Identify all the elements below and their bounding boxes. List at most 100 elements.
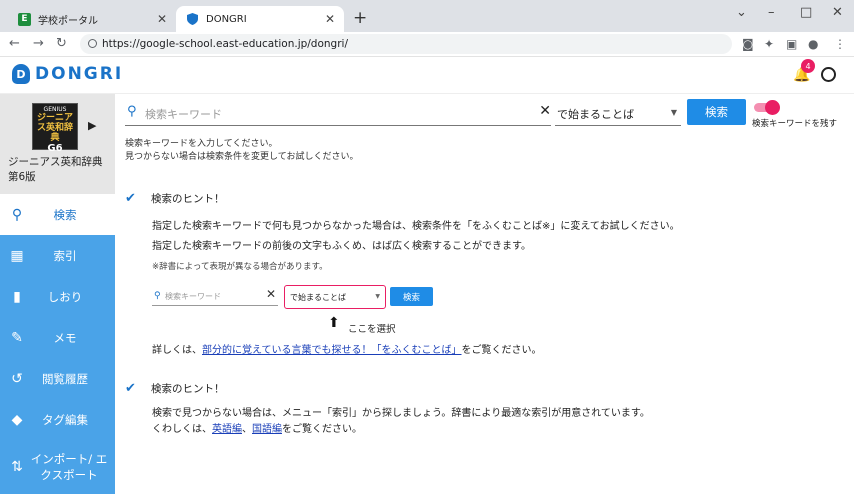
sidebar-item-label: 索引 xyxy=(53,248,77,263)
grid-icon: ▦ xyxy=(10,247,24,264)
sidebar-item-import-export[interactable]: ⇅ インポート/ エクスポート xyxy=(0,440,115,494)
back-icon[interactable]: ← xyxy=(9,36,20,51)
sidebar-item-index[interactable]: ▦ 索引 xyxy=(0,235,115,276)
tab-search-icon[interactable]: ⌄ xyxy=(736,5,747,20)
dropdown-arrow-icon: ▼ xyxy=(670,108,677,117)
more-suffix: をご覧ください。 xyxy=(461,345,542,356)
sidebar: GENIUS ジーニアス英和辞典 G6 ▶ ジーニアス英和辞典 第6版 ⚲ 検索… xyxy=(0,94,115,494)
dongri-logo[interactable]: D DONGRI xyxy=(12,64,123,84)
hint-text: 検索で見つからない場合は、メニュー「索引」から探しましょう。辞書により最適な索引… xyxy=(152,408,650,419)
tab-dongri[interactable]: DONGRI ✕ xyxy=(176,6,344,32)
shield-icon xyxy=(186,12,199,26)
japanese-guide-link[interactable]: 国語編 xyxy=(252,424,282,435)
minimize-icon[interactable]: – xyxy=(768,5,775,20)
school-portal-favicon: E xyxy=(18,12,31,26)
import-export-icon: ⇅ xyxy=(11,459,23,475)
new-tab-icon[interactable]: + xyxy=(353,8,367,28)
notification-badge: 4 xyxy=(801,59,815,73)
search-mode-value: で始まることば xyxy=(557,108,634,121)
more-menu-icon[interactable]: ⋮ xyxy=(834,37,846,51)
search-icon: ⚲ xyxy=(127,104,137,119)
side-panel-icon[interactable]: ▣ xyxy=(786,37,797,51)
close-tab-icon[interactable]: ✕ xyxy=(325,12,335,26)
clear-icon[interactable]: ✕ xyxy=(539,103,551,119)
keep-keyword-label: 検索キーワードを残す xyxy=(752,119,838,129)
toggle-knob xyxy=(765,100,780,115)
sidebar-item-label: タグ編集 xyxy=(42,412,88,427)
memo-icon: ✎ xyxy=(11,329,23,346)
tab-title: 学校ポータル xyxy=(38,15,98,27)
arrow-up-icon: ⬆ xyxy=(328,315,340,331)
logo-text: DONGRI xyxy=(35,64,124,84)
help-line: 検索キーワードを入力してください。 xyxy=(125,139,278,149)
dictionary-selector[interactable]: GENIUS ジーニアス英和辞典 G6 ▶ ジーニアス英和辞典 第6版 xyxy=(0,94,115,194)
reload-icon[interactable]: ↻ xyxy=(56,36,67,51)
check-icon: ✔ xyxy=(125,191,136,206)
maximize-icon[interactable]: □ xyxy=(800,5,812,20)
example-mode-value: で始まることば xyxy=(290,293,346,302)
sidebar-item-tags[interactable]: ◆ タグ編集 xyxy=(0,399,115,440)
camera-icon[interactable]: ◙ xyxy=(742,37,754,51)
example-placeholder: 検索キーワード xyxy=(165,292,221,301)
main-content: ⚲ 検索キーワード ✕ で始まることば ▼ 検索 検索キーワードを残す 検索キー… xyxy=(115,94,854,494)
close-window-icon[interactable]: ✕ xyxy=(832,5,843,20)
example-search-button: 検索 xyxy=(390,287,433,306)
search-mode-select[interactable]: で始まることば ▼ xyxy=(555,99,681,126)
english-guide-link[interactable]: 英語編 xyxy=(212,424,242,435)
hint-text: 指定した検索キーワードの前後の文字もふくめ、はば広く検索することができます。 xyxy=(152,241,531,252)
tag-icon: ◆ xyxy=(11,411,23,428)
address-bar[interactable]: https://google-school.east-education.jp/… xyxy=(80,34,732,54)
hint-title: 検索のヒント！ xyxy=(151,383,225,395)
hint-note: ※辞書によって表現が異なる場合があります。 xyxy=(152,262,328,272)
partial-word-link[interactable]: 部分的に覚えている言葉でも探せる！「をふくむことば」 xyxy=(202,345,462,356)
dongri-logo-icon: D xyxy=(12,64,30,84)
more-suffix: をご覧ください。 xyxy=(282,424,362,435)
cover-edition: G6 xyxy=(47,143,63,154)
search-icon: ⚲ xyxy=(154,291,161,301)
forward-icon[interactable]: → xyxy=(33,36,44,51)
sidebar-item-memo[interactable]: ✎ メモ xyxy=(0,317,115,358)
sidebar-item-label: 閲覧履歴 xyxy=(42,371,88,386)
search-help-text: 検索キーワードを入力してください。 見つからない場合は検索条件を変更してお試しく… xyxy=(125,138,358,164)
example-search-field: ⚲ 検索キーワード ✕ xyxy=(152,286,278,306)
tab-school-portal[interactable]: E 学校ポータル ✕ xyxy=(8,6,176,32)
chevron-right-icon[interactable]: ▶ xyxy=(88,119,96,132)
pointer-label: ここを選択 xyxy=(348,324,396,335)
tab-title: DONGRI xyxy=(206,13,247,25)
cover-title: ジーニアス英和辞典 xyxy=(36,113,73,143)
clear-icon: ✕ xyxy=(265,287,276,301)
profile-avatar-icon[interactable]: ● xyxy=(808,37,818,51)
sidebar-item-label: インポート/ エクスポート xyxy=(30,452,108,482)
history-icon: ↺ xyxy=(11,370,23,387)
separator: 、 xyxy=(242,424,252,435)
url-text: https://google-school.east-education.jp/… xyxy=(102,38,348,50)
browser-toolbar: ← → ↻ https://google-school.east-educati… xyxy=(0,32,854,57)
dictionary-name: ジーニアス英和辞典 第6版 xyxy=(8,156,103,183)
extensions-icon[interactable]: ✦ xyxy=(764,37,774,51)
cover-brand: GENIUS xyxy=(43,106,67,113)
search-field[interactable]: ⚲ 検索キーワード ✕ xyxy=(125,99,551,126)
app-header: D DONGRI 🔔 4 xyxy=(0,57,854,94)
search-icon: ⚲ xyxy=(11,206,23,223)
tab-strip: E 学校ポータル ✕ DONGRI ✕ + ⌄ – □ ✕ xyxy=(0,0,854,32)
more-prefix: 詳しくは、 xyxy=(152,345,202,356)
search-button[interactable]: 検索 xyxy=(687,99,746,125)
sidebar-item-history[interactable]: ↺ 閲覧履歴 xyxy=(0,358,115,399)
check-icon: ✔ xyxy=(125,381,136,396)
site-info-icon[interactable] xyxy=(88,39,97,48)
sidebar-item-label: メモ xyxy=(53,330,77,345)
hint-more: くわしくは、英語編、国語編をご覧ください。 xyxy=(152,423,362,436)
example-mode-select: で始まることば ▼ xyxy=(284,285,386,309)
browser-window: E 学校ポータル ✕ DONGRI ✕ + ⌄ – □ ✕ ← → ↻ http… xyxy=(0,0,854,494)
close-tab-icon[interactable]: ✕ xyxy=(157,12,167,26)
sidebar-item-bookmarks[interactable]: ▮ しおり xyxy=(0,276,115,317)
more-prefix: くわしくは、 xyxy=(152,424,212,435)
account-icon[interactable] xyxy=(821,67,836,82)
help-line: 見つからない場合は検索条件を変更してお試しください。 xyxy=(125,152,359,162)
hint-title: 検索のヒント！ xyxy=(151,193,225,205)
search-input-placeholder: 検索キーワード xyxy=(145,108,222,121)
sidebar-item-search[interactable]: ⚲ 検索 xyxy=(0,194,115,235)
keep-keyword-toggle[interactable] xyxy=(754,100,780,115)
hint-text: 指定した検索キーワードで何も見つからなかった場合は、検索条件を「をふくむことば※… xyxy=(152,221,680,232)
dictionary-cover: GENIUS ジーニアス英和辞典 G6 xyxy=(32,103,78,154)
